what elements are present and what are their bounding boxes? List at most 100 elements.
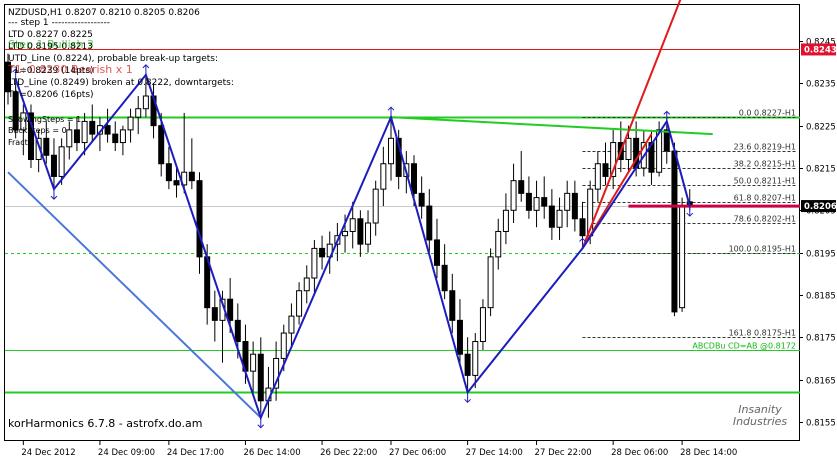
y-tick-label: 0.8215 — [806, 165, 836, 175]
candle-bear — [43, 137, 50, 156]
x-tick-label: 28 Dec 14:00 — [680, 448, 737, 458]
candle-bull — [372, 188, 379, 224]
price-chart[interactable]: 0.0 0.8227-H1 23.6 0.8219-H1 38.2 0.8215-H… — [0, 0, 837, 461]
candle-bear — [89, 120, 96, 135]
candle-bull — [487, 256, 494, 309]
candle-bull — [296, 290, 303, 317]
candle-bear — [602, 163, 609, 177]
fib-label: 23.6 0.8219-H1 — [734, 143, 796, 152]
fib-label: 161.8 0.8175-H1 — [729, 329, 796, 338]
candle-bull — [66, 129, 73, 148]
candle-bull — [311, 247, 318, 279]
fib-label: 100.0 0.8195-H1 — [729, 245, 796, 254]
candle-bull — [495, 230, 502, 258]
candle-bull — [365, 222, 372, 245]
candle-bear — [211, 307, 218, 321]
info-line: LTD_Line (0.8249) broken at 0.8222, down… — [8, 78, 234, 88]
candle-bear — [441, 264, 448, 292]
x-tick-label: 27 Dec 06:00 — [389, 448, 446, 458]
candle-bear — [571, 192, 578, 220]
side-label: BackSteps = 0 — [8, 126, 67, 135]
chart-window: 0.0 0.8227-H1 23.6 0.8219-H1 38.2 0.8215-H… — [0, 0, 837, 461]
candle-bear — [257, 353, 264, 402]
candle-bear — [165, 163, 172, 182]
candle-bull — [81, 120, 88, 144]
candle-bull — [349, 218, 356, 232]
price-box-label: 0.8243 — [804, 45, 837, 55]
y-tick-label: 0.8225 — [806, 123, 836, 133]
fib-label: ABCDBu CD=AB @0.8172 — [692, 342, 796, 351]
candle-bull — [142, 95, 149, 110]
info-line: T1=0.8239 (14pts) — [7, 66, 94, 76]
candle-bear — [464, 353, 471, 376]
fib-label: 0.0 0.8227-H1 — [739, 109, 796, 118]
candle-bear — [548, 205, 555, 228]
candle-bull — [510, 180, 517, 211]
side-label: ShowingSteps = 1 — [8, 115, 81, 124]
candle-bull — [594, 163, 601, 190]
candle-bear — [227, 298, 234, 321]
candle-bull — [288, 315, 295, 334]
x-tick-label: 24 Dec 17:00 — [167, 448, 224, 458]
watermark-text: korHarmonics 6.7.8 - astrofx.do.am — [8, 417, 202, 430]
x-tick-label: 26 Dec 14:00 — [243, 448, 300, 458]
y-tick-label: 0.8195 — [806, 250, 836, 260]
symbol-header: NZDUSD,H1 0.8207 0.8210 0.8205 0.8206 — [8, 8, 200, 18]
candle-bear — [518, 180, 525, 194]
fib-label: 38.2 0.8215-H1 — [734, 160, 796, 169]
candle-bear — [456, 319, 463, 355]
candle-bull — [502, 209, 509, 232]
candle-bear — [525, 192, 532, 211]
candle-bear — [449, 290, 456, 321]
candle-bear — [433, 239, 440, 266]
candle-bear — [418, 192, 425, 207]
candle-bear — [319, 247, 326, 258]
candle-bear — [426, 205, 433, 241]
candle-bull — [135, 108, 142, 118]
side-label: Fractal — [8, 138, 35, 147]
candle-bear — [663, 129, 670, 152]
info-line: T1=0.8206 (16pts) — [7, 90, 94, 100]
candle-bull — [564, 192, 571, 211]
candle-bear — [112, 133, 119, 144]
candle-bull — [280, 332, 287, 359]
candle-bull — [119, 129, 126, 144]
y-tick-label: 0.8235 — [806, 80, 836, 90]
brand-logo: Insanity Industries — [733, 403, 788, 428]
info-line: LTD 0.8227 0.8225 — [8, 30, 93, 40]
fib-label: 50.0 0.8211-H1 — [734, 177, 796, 186]
candle-bull — [533, 197, 540, 211]
logo-line-2: Industries — [733, 415, 788, 428]
candle-bull — [625, 137, 632, 161]
price-box-label: 0.8206 — [804, 202, 837, 212]
candle-bear — [104, 125, 111, 135]
candle-bear — [50, 154, 57, 177]
candle-bull — [679, 205, 686, 309]
x-tick-label: 24 Dec 2012 — [21, 448, 75, 458]
candle-bull — [388, 137, 395, 165]
y-tick-label: 0.8185 — [806, 292, 836, 302]
x-tick-label: 27 Dec 14:00 — [466, 448, 523, 458]
candle-bull — [342, 230, 349, 237]
candle-bear — [173, 180, 180, 186]
fib-label: 61.8 0.8207-H1 — [734, 194, 796, 203]
y-tick-label: 0.8155 — [806, 419, 836, 429]
candle-bear — [579, 218, 586, 237]
candle-bull — [303, 277, 310, 292]
x-tick-label: 24 Dec 09:00 — [98, 448, 155, 458]
y-tick-label: 0.8165 — [806, 377, 836, 387]
x-tick-label: 27 Dec 22:00 — [535, 448, 592, 458]
candle-bear — [410, 163, 417, 194]
candle-bull — [127, 116, 134, 131]
x-tick-label: 26 Dec 22:00 — [320, 448, 377, 458]
candle-bull — [479, 307, 486, 343]
info-line: UTD_Line (0.8224), probable break-up tar… — [8, 54, 218, 64]
info-line: LTD 0.8195 0.8213 — [8, 42, 93, 52]
candle-bull — [380, 163, 387, 190]
candle-bull — [58, 146, 65, 177]
candle-bear — [357, 218, 364, 245]
candle-bull — [472, 341, 479, 376]
candle-bear — [73, 129, 80, 144]
candle-bear — [234, 319, 241, 343]
candle-bull — [250, 353, 257, 372]
